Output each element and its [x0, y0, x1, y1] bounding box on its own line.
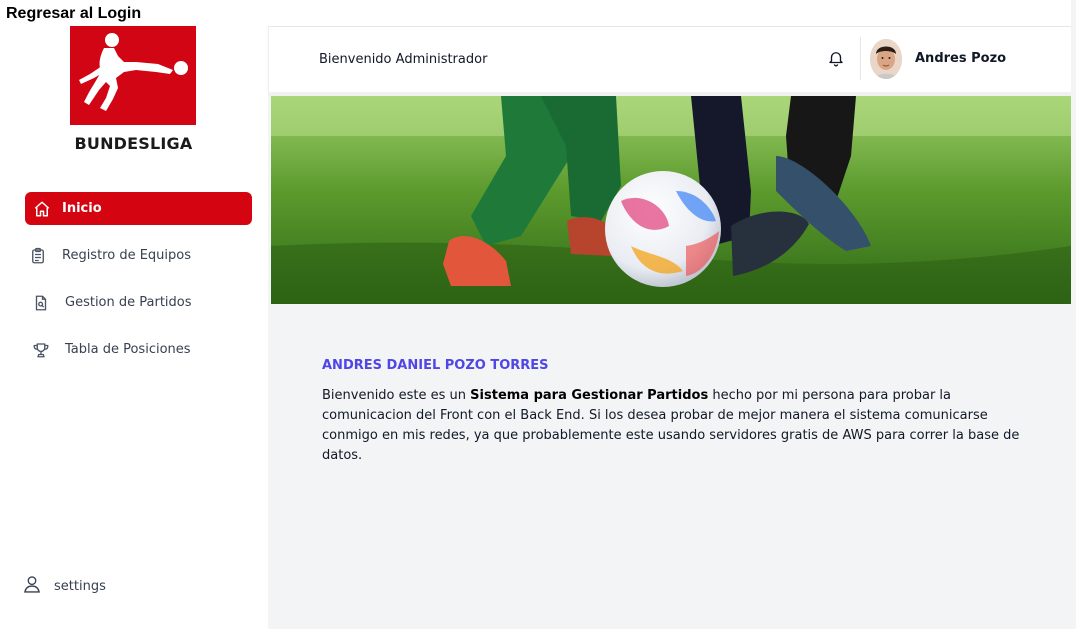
bell-icon[interactable]	[827, 48, 845, 72]
welcome-paragraph: Bienvenido este es un Sistema para Gesti…	[322, 386, 1032, 466]
clipboard-icon	[28, 246, 48, 266]
scrollbar-track[interactable]	[1071, 0, 1076, 629]
bundesliga-logo-mark	[70, 26, 196, 125]
settings-link[interactable]: settings	[22, 574, 106, 598]
bundesliga-wordmark: BUNDESLIGA	[74, 134, 193, 153]
paragraph-text-before: Bienvenido este es un	[322, 388, 471, 403]
document-search-icon	[31, 293, 51, 313]
welcome-text: Bienvenido Administrador	[319, 52, 488, 67]
settings-label: settings	[54, 578, 106, 594]
user-icon	[22, 574, 42, 598]
back-to-login-link[interactable]: Regresar al Login	[6, 5, 141, 23]
user-name[interactable]: Andres Pozo	[915, 51, 1006, 66]
sidebar-item-registro-equipos[interactable]: Registro de Equipos	[25, 239, 252, 272]
sidebar-item-label: Registro de Equipos	[62, 248, 192, 263]
trophy-icon	[31, 340, 51, 360]
top-header: Bienvenido Administrador Andres Pozo	[268, 26, 1076, 92]
bundesliga-logo: BUNDESLIGA	[70, 26, 197, 153]
sidebar-item-label: Inicio	[62, 201, 102, 216]
owner-title: ANDRES DANIEL POZO TORRES	[322, 358, 549, 373]
sidebar-item-inicio[interactable]: Inicio	[25, 192, 252, 225]
soccer-banner-image	[271, 96, 1071, 304]
sidebar-item-tabla-posiciones[interactable]: Tabla de Posiciones	[25, 333, 252, 366]
main-content: ANDRES DANIEL POZO TORRES Bienvenido est…	[268, 96, 1076, 629]
sidebar-item-label: Gestion de Partidos	[65, 295, 192, 310]
home-icon	[32, 199, 52, 219]
header-divider	[860, 37, 861, 80]
avatar[interactable]	[870, 39, 902, 79]
paragraph-text-bold: Sistema para Gestionar Partidos	[470, 388, 709, 403]
sidebar-item-label: Tabla de Posiciones	[65, 342, 191, 357]
sidebar-item-gestion-partidos[interactable]: Gestion de Partidos	[25, 286, 252, 319]
